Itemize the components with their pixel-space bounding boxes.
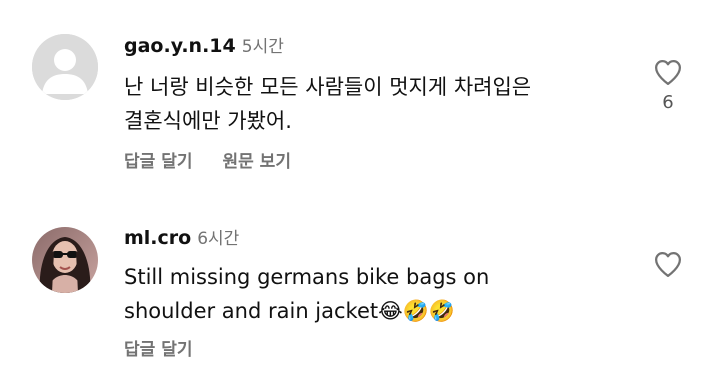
avatar[interactable] [32,227,98,293]
comment-header: gao.y.n.14 5시간 [124,32,284,57]
comment-actions: 답글 달기 원문 보기 [124,147,291,172]
like-control [648,250,688,278]
see-translation-button[interactable]: 원문 보기 [222,152,290,172]
like-control: 6 [648,58,688,113]
comment-text-line: 결혼식에만 가봤어. [124,109,292,133]
comment-text-line: shoulder and rain jacket😂🤣🤣 [124,299,455,323]
comment-header: ml.cro 6시간 [124,224,239,249]
like-count: 6 [662,92,674,113]
profile-photo [32,227,98,293]
username[interactable]: ml.cro [124,227,191,249]
timestamp: 6시간 [197,229,240,249]
default-avatar-icon [32,34,98,100]
heart-icon[interactable] [653,250,683,278]
reply-button[interactable]: 답글 달기 [124,152,192,172]
timestamp: 5시간 [241,37,284,57]
comment-actions: 답글 달기 [124,335,192,360]
comment-item: ml.cro 6시간 Still missing germans bike bag… [0,190,720,379]
avatar[interactable] [32,34,98,100]
username[interactable]: gao.y.n.14 [124,35,236,57]
comment-item: gao.y.n.14 5시간 난 너랑 비슷한 모든 사람들이 멋지게 차려입은 … [0,0,720,190]
comment-text: 난 너랑 비슷한 모든 사람들이 멋지게 차려입은 결혼식에만 가봤어. [124,70,531,138]
comment-text-line: 난 너랑 비슷한 모든 사람들이 멋지게 차려입은 [124,75,532,99]
comment-text: Still missing germans bike bags on shoul… [124,260,489,328]
reply-button[interactable]: 답글 달기 [124,340,192,360]
comment-text-line: Still missing germans bike bags on [124,265,490,289]
heart-icon[interactable] [653,58,683,86]
